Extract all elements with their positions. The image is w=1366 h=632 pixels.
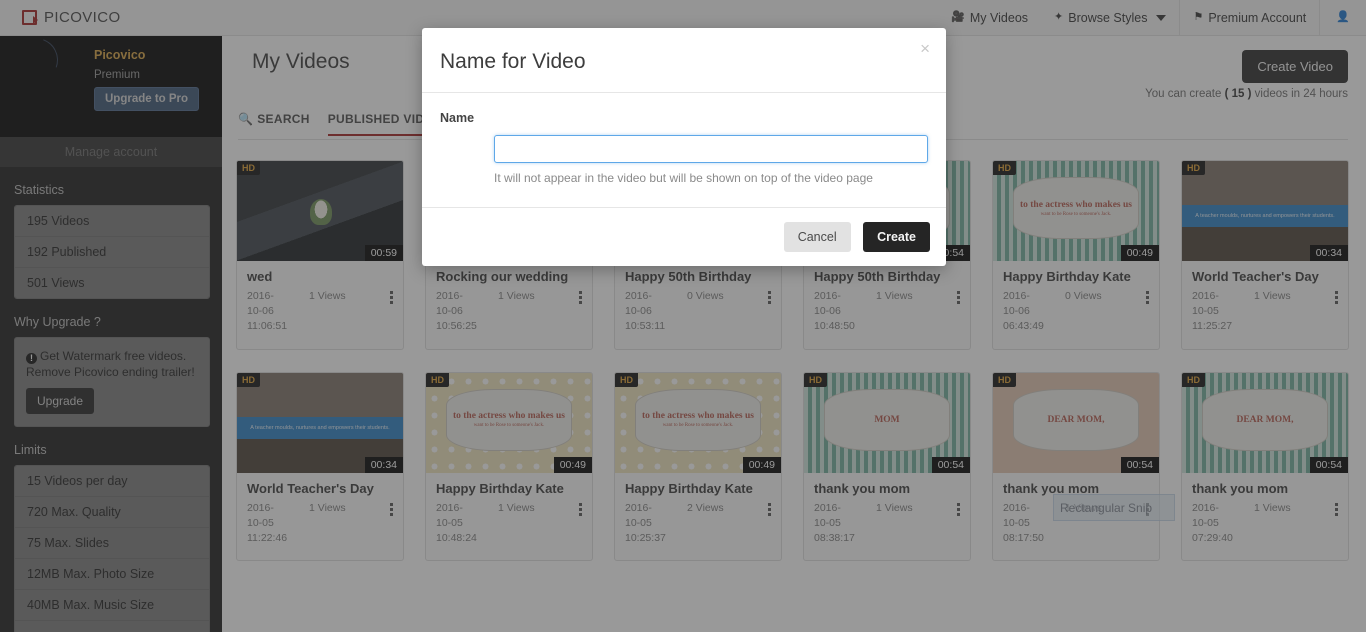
- video-name-input[interactable]: [494, 135, 928, 163]
- modal-header: Name for Video ×: [422, 28, 946, 93]
- name-field-label: Name: [440, 111, 475, 125]
- name-field-help: It will not appear in the video but will…: [494, 171, 873, 185]
- name-for-video-modal: Name for Video × Name It will not appear…: [422, 28, 946, 266]
- modal-title: Name for Video: [440, 50, 586, 73]
- modal-footer: Cancel Create: [422, 207, 946, 266]
- create-button[interactable]: Create: [863, 222, 930, 252]
- modal-body: Name It will not appear in the video but…: [422, 93, 946, 207]
- close-icon[interactable]: ×: [920, 40, 930, 57]
- cancel-button[interactable]: Cancel: [783, 222, 851, 252]
